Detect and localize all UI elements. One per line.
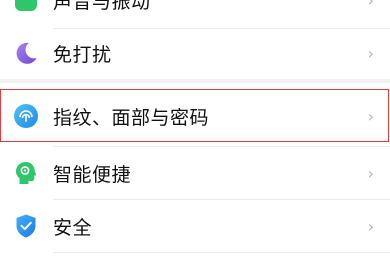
- chevron-right-icon: ›: [367, 0, 374, 10]
- settings-item-smart-convenience[interactable]: 智能便捷 ›: [0, 147, 390, 199]
- chevron-right-icon: ›: [367, 106, 374, 126]
- settings-item-security[interactable]: 安全 ›: [0, 200, 390, 252]
- chevron-right-icon: ›: [367, 163, 374, 183]
- settings-item-label: 指纹、面部与密码: [53, 106, 210, 129]
- settings-item-label: 免打扰: [53, 43, 112, 66]
- fingerprint-face-icon: [13, 103, 39, 129]
- settings-item-sound[interactable]: 声音与振动 ›: [0, 0, 390, 26]
- settings-item-do-not-disturb[interactable]: 免打扰 ›: [0, 27, 390, 79]
- smart-head-icon: [13, 160, 39, 186]
- settings-item-label: 安全: [53, 216, 93, 239]
- sound-icon: [13, 0, 39, 13]
- shield-check-icon: [13, 213, 39, 239]
- settings-item-label: 智能便捷: [53, 163, 132, 186]
- settings-item-fingerprint-face-password[interactable]: 指纹、面部与密码 ›: [0, 90, 390, 142]
- chevron-right-icon: ›: [367, 216, 374, 236]
- chevron-right-icon: ›: [367, 43, 374, 63]
- settings-item-label: 声音与振动: [53, 0, 151, 13]
- moon-icon: [13, 40, 39, 66]
- divider: [53, 252, 390, 253]
